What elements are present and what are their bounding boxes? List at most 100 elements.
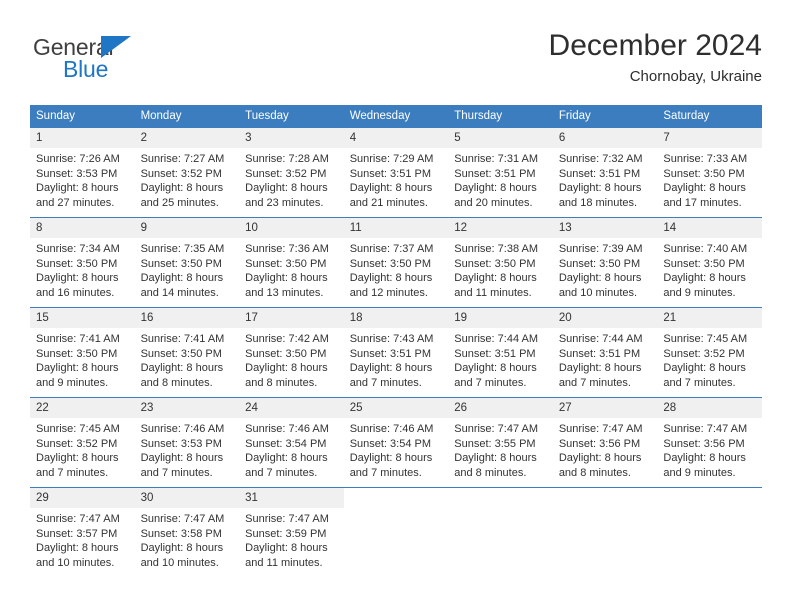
calendar-day-cell[interactable]: 8 Sunrise: 7:34 AM Sunset: 3:50 PM Daylight… (30, 217, 135, 308)
calendar-day-cell[interactable]: 14 Sunrise: 7:40 AM Sunset: 3:50 PM Dayligh… (657, 217, 762, 308)
day-details: Sunrise: 7:47 AM Sunset: 3:59 PM Daylight:… (239, 508, 344, 570)
calendar-day-cell[interactable]: 18 Sunrise: 7:43 AM Sunset: 3:51 PM Dayligh… (343, 307, 449, 398)
daylight-text-line1: Daylight: 8 hours (558, 452, 642, 465)
calendar-week-row: 1 Sunrise: 7:26 AM Sunset: 3:53 PM Daylight… (30, 127, 762, 218)
calendar-day-cell[interactable]: 15 Sunrise: 7:41 AM Sunset: 3:50 PM Dayligh… (30, 307, 135, 398)
weekday-header-monday: Monday (134, 105, 240, 128)
day-number: 11 (343, 218, 449, 238)
day-cell-content: 17 Sunrise: 7:42 AM Sunset: 3:50 PM Dayligh… (239, 308, 344, 397)
daylight-text-line1: Daylight: 8 hours (36, 452, 119, 465)
sunset-text: Sunset: 3:50 PM (245, 347, 327, 360)
daylight-text-line1: Daylight: 8 hours (454, 362, 537, 375)
daylight-text-line1: Daylight: 8 hours (140, 272, 224, 285)
sunset-text: Sunset: 3:58 PM (140, 527, 222, 540)
day-number: 4 (343, 128, 449, 148)
daylight-text-line1: Daylight: 8 hours (558, 272, 642, 285)
calendar-day-cell[interactable]: 27 Sunrise: 7:47 AM Sunset: 3:56 PM Dayligh… (552, 397, 658, 488)
day-number: 8 (30, 218, 135, 238)
daylight-text-line1: Daylight: 8 hours (663, 272, 746, 285)
day-number: 6 (552, 128, 658, 148)
daylight-text-line2: and 8 minutes. (140, 376, 213, 389)
day-cell-content: 6 Sunrise: 7:32 AM Sunset: 3:51 PM Daylight… (552, 128, 658, 217)
sunset-text: Sunset: 3:51 PM (349, 347, 432, 360)
day-cell-content: 9 Sunrise: 7:35 AM Sunset: 3:50 PM Daylight… (134, 218, 240, 307)
day-cell-content: 14 Sunrise: 7:40 AM Sunset: 3:50 PM Dayligh… (657, 218, 762, 307)
sunset-text: Sunset: 3:53 PM (36, 167, 118, 180)
calendar-day-cell[interactable]: 22 Sunrise: 7:45 AM Sunset: 3:52 PM Dayligh… (30, 397, 135, 488)
sunrise-text: Sunrise: 7:42 AM (245, 333, 329, 345)
calendar-day-cell[interactable]: 3 Sunrise: 7:28 AM Sunset: 3:52 PM Daylight… (239, 127, 344, 218)
day-details: Sunrise: 7:43 AM Sunset: 3:51 PM Daylight:… (344, 328, 449, 390)
daylight-text-line2: and 7 minutes. (140, 466, 213, 479)
day-number: 9 (134, 218, 240, 238)
calendar-day-cell[interactable]: 20 Sunrise: 7:44 AM Sunset: 3:51 PM Dayligh… (552, 307, 658, 398)
calendar-day-cell[interactable]: 17 Sunrise: 7:42 AM Sunset: 3:50 PM Dayligh… (239, 307, 344, 398)
calendar-day-cell[interactable]: 16 Sunrise: 7:41 AM Sunset: 3:50 PM Dayligh… (134, 307, 240, 398)
calendar-day-cell[interactable]: 10 Sunrise: 7:36 AM Sunset: 3:50 PM Dayligh… (239, 217, 344, 308)
daylight-text-line2: and 9 minutes. (36, 376, 109, 389)
calendar-day-cell (343, 487, 449, 577)
calendar-day-cell[interactable]: 26 Sunrise: 7:47 AM Sunset: 3:55 PM Dayligh… (448, 397, 553, 488)
daylight-text-line1: Daylight: 8 hours (663, 182, 746, 195)
day-details: Sunrise: 7:36 AM Sunset: 3:50 PM Daylight:… (239, 238, 344, 300)
daylight-text-line1: Daylight: 8 hours (558, 362, 642, 375)
daylight-text-line2: and 9 minutes. (663, 466, 736, 479)
calendar-day-cell[interactable]: 11 Sunrise: 7:37 AM Sunset: 3:50 PM Dayligh… (343, 217, 449, 308)
sunrise-text: Sunrise: 7:44 AM (454, 333, 539, 345)
sunrise-text: Sunrise: 7:39 AM (558, 243, 643, 255)
calendar-day-cell[interactable]: 29 Sunrise: 7:47 AM Sunset: 3:57 PM Dayligh… (30, 487, 135, 577)
day-cell-content: 26 Sunrise: 7:47 AM Sunset: 3:55 PM Dayligh… (448, 398, 553, 487)
day-details: Sunrise: 7:29 AM Sunset: 3:51 PM Daylight:… (344, 148, 449, 210)
sunrise-text: Sunrise: 7:32 AM (558, 153, 643, 165)
calendar-day-cell[interactable]: 2 Sunrise: 7:27 AM Sunset: 3:52 PM Daylight… (134, 127, 240, 218)
sunrise-text: Sunrise: 7:38 AM (454, 243, 539, 255)
sunset-text: Sunset: 3:54 PM (245, 437, 327, 450)
weekday-header-tuesday: Tuesday (239, 105, 344, 128)
day-details: Sunrise: 7:39 AM Sunset: 3:50 PM Daylight:… (553, 238, 658, 300)
sunrise-text: Sunrise: 7:45 AM (36, 423, 120, 435)
daylight-text-line1: Daylight: 8 hours (663, 452, 746, 465)
calendar-day-cell[interactable]: 28 Sunrise: 7:47 AM Sunset: 3:56 PM Dayligh… (657, 397, 762, 488)
day-number: 15 (30, 308, 135, 328)
day-number (343, 488, 449, 508)
calendar-day-cell[interactable]: 5 Sunrise: 7:31 AM Sunset: 3:51 PM Daylight… (448, 127, 553, 218)
calendar-day-cell[interactable]: 25 Sunrise: 7:46 AM Sunset: 3:54 PM Dayligh… (343, 397, 449, 488)
sunrise-text: Sunrise: 7:47 AM (140, 513, 225, 525)
sunset-text: Sunset: 3:53 PM (140, 437, 222, 450)
day-cell-content: 2 Sunrise: 7:27 AM Sunset: 3:52 PM Daylight… (134, 128, 240, 217)
calendar-day-cell[interactable]: 7 Sunrise: 7:33 AM Sunset: 3:50 PM Daylight… (657, 127, 762, 218)
daylight-text-line1: Daylight: 8 hours (36, 362, 119, 375)
sunset-text: Sunset: 3:56 PM (558, 437, 641, 450)
calendar-day-cell[interactable]: 9 Sunrise: 7:35 AM Sunset: 3:50 PM Daylight… (134, 217, 240, 308)
sunrise-text: Sunrise: 7:47 AM (36, 513, 120, 525)
daylight-text-line1: Daylight: 8 hours (558, 182, 642, 195)
sunrise-text: Sunrise: 7:45 AM (663, 333, 748, 345)
sunrise-text: Sunrise: 7:36 AM (245, 243, 329, 255)
daylight-text-line2: and 7 minutes. (558, 376, 631, 389)
calendar-day-cell[interactable]: 31 Sunrise: 7:47 AM Sunset: 3:59 PM Dayligh… (239, 487, 344, 577)
calendar-day-cell[interactable]: 21 Sunrise: 7:45 AM Sunset: 3:52 PM Dayligh… (657, 307, 762, 398)
calendar-day-cell[interactable]: 6 Sunrise: 7:32 AM Sunset: 3:51 PM Daylight… (552, 127, 658, 218)
day-cell-content: 28 Sunrise: 7:47 AM Sunset: 3:56 PM Dayligh… (657, 398, 762, 487)
calendar-day-cell (657, 487, 762, 577)
calendar-day-cell (448, 487, 553, 577)
sunrise-text: Sunrise: 7:46 AM (140, 423, 225, 435)
calendar-day-cell[interactable]: 19 Sunrise: 7:44 AM Sunset: 3:51 PM Dayligh… (448, 307, 553, 398)
sunrise-text: Sunrise: 7:35 AM (140, 243, 225, 255)
calendar-day-cell[interactable]: 24 Sunrise: 7:46 AM Sunset: 3:54 PM Dayligh… (239, 397, 344, 488)
daylight-text-line1: Daylight: 8 hours (245, 452, 328, 465)
calendar-day-cell[interactable]: 23 Sunrise: 7:46 AM Sunset: 3:53 PM Dayligh… (134, 397, 240, 488)
calendar-day-cell[interactable]: 1 Sunrise: 7:26 AM Sunset: 3:53 PM Daylight… (30, 127, 135, 218)
calendar-day-cell[interactable]: 30 Sunrise: 7:47 AM Sunset: 3:58 PM Dayligh… (134, 487, 240, 577)
general-blue-logo[interactable]: General Blue (33, 34, 233, 90)
daylight-text-line1: Daylight: 8 hours (245, 362, 328, 375)
calendar-day-cell[interactable]: 12 Sunrise: 7:38 AM Sunset: 3:50 PM Dayligh… (448, 217, 553, 308)
day-number: 28 (657, 398, 762, 418)
sunrise-text: Sunrise: 7:41 AM (36, 333, 120, 345)
calendar-day-cell[interactable]: 13 Sunrise: 7:39 AM Sunset: 3:50 PM Dayligh… (552, 217, 658, 308)
daylight-text-line2: and 27 minutes. (36, 196, 115, 209)
day-cell-content: 3 Sunrise: 7:28 AM Sunset: 3:52 PM Daylight… (239, 128, 344, 217)
weekday-header-sunday: Sunday (30, 105, 135, 128)
daylight-text-line2: and 21 minutes. (349, 196, 428, 209)
calendar-day-cell[interactable]: 4 Sunrise: 7:29 AM Sunset: 3:51 PM Daylight… (343, 127, 449, 218)
